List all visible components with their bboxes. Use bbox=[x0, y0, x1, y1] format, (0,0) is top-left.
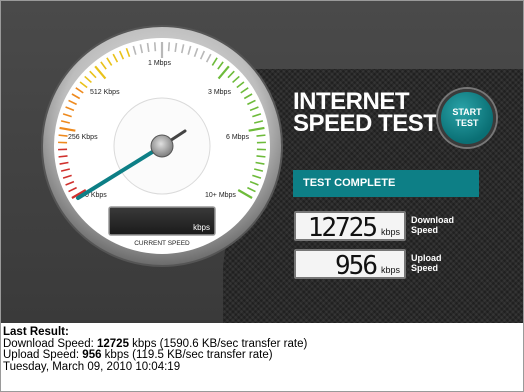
current-speed-unit: kbps bbox=[193, 223, 210, 232]
upload-speed-label: Upload Speed bbox=[411, 253, 442, 273]
gauge-hub bbox=[150, 134, 174, 158]
last-result-section: Last Result: Download Speed: 12725 kbps … bbox=[1, 323, 523, 391]
gauge-tick-label: 10+ Mbps bbox=[205, 192, 236, 199]
last-download-value: 12725 bbox=[96, 337, 129, 350]
gauge-tick bbox=[256, 155, 266, 158]
last-download-prefix: Download Speed: bbox=[3, 337, 97, 350]
last-upload-value: 956 bbox=[82, 349, 102, 361]
download-speed-label: Download Speed bbox=[411, 215, 454, 235]
download-speed-display: 12725 kbps bbox=[294, 211, 406, 243]
gauge-tick-label: 6 Mbps bbox=[226, 134, 249, 141]
upload-speed-unit: kbps bbox=[380, 265, 400, 275]
gauge-tick bbox=[58, 134, 68, 137]
gauge-tick-label: 1 Mbps bbox=[148, 60, 171, 67]
app-title-line2: SPEED TEST bbox=[293, 110, 438, 137]
start-test-button-label: START TEST bbox=[452, 107, 482, 128]
upload-speed-value: 956 bbox=[335, 251, 378, 281]
app-title: INTERNET SPEED TEST bbox=[293, 90, 438, 137]
gauge-tick bbox=[167, 42, 171, 52]
last-upload-suffix: kbps (119.5 KB/sec transfer rate) bbox=[101, 349, 273, 361]
speed-gauge: 0 Kbps 256 Kbps 512 Kbps 1 Mbps 3 Mbps 6… bbox=[41, 25, 283, 267]
gauge-tick bbox=[58, 155, 68, 158]
gauge-tick bbox=[256, 134, 266, 137]
last-result-timestamp: Tuesday, March 09, 2010 10:04:19 bbox=[3, 360, 181, 373]
last-upload-line: Upload Speed: 956 kbps (119.5 KB/sec tra… bbox=[3, 349, 523, 362]
last-download-suffix: kbps (1590.6 KB/sec transfer rate) bbox=[128, 337, 308, 350]
speed-test-stage: 0 Kbps 256 Kbps 512 Kbps 1 Mbps 3 Mbps 6… bbox=[1, 1, 523, 323]
gauge-tick-label: 512 Kbps bbox=[90, 89, 120, 96]
download-speed-value: 12725 bbox=[307, 213, 378, 243]
last-upload-prefix: Upload Speed: bbox=[3, 349, 83, 361]
download-speed-unit: kbps bbox=[380, 227, 400, 237]
current-speed-label: CURRENT SPEED bbox=[134, 240, 190, 247]
start-test-button[interactable]: START TEST bbox=[438, 89, 496, 147]
speed-test-window: 0 Kbps 256 Kbps 512 Kbps 1 Mbps 3 Mbps 6… bbox=[0, 0, 524, 392]
status-bar: TEST COMPLETE bbox=[293, 170, 479, 197]
upload-speed-display: 956 kbps bbox=[294, 249, 406, 281]
gauge-tick-label: 256 Kbps bbox=[68, 134, 98, 141]
gauge-tick-label: 3 Mbps bbox=[208, 89, 231, 96]
gauge-tick bbox=[153, 42, 157, 52]
